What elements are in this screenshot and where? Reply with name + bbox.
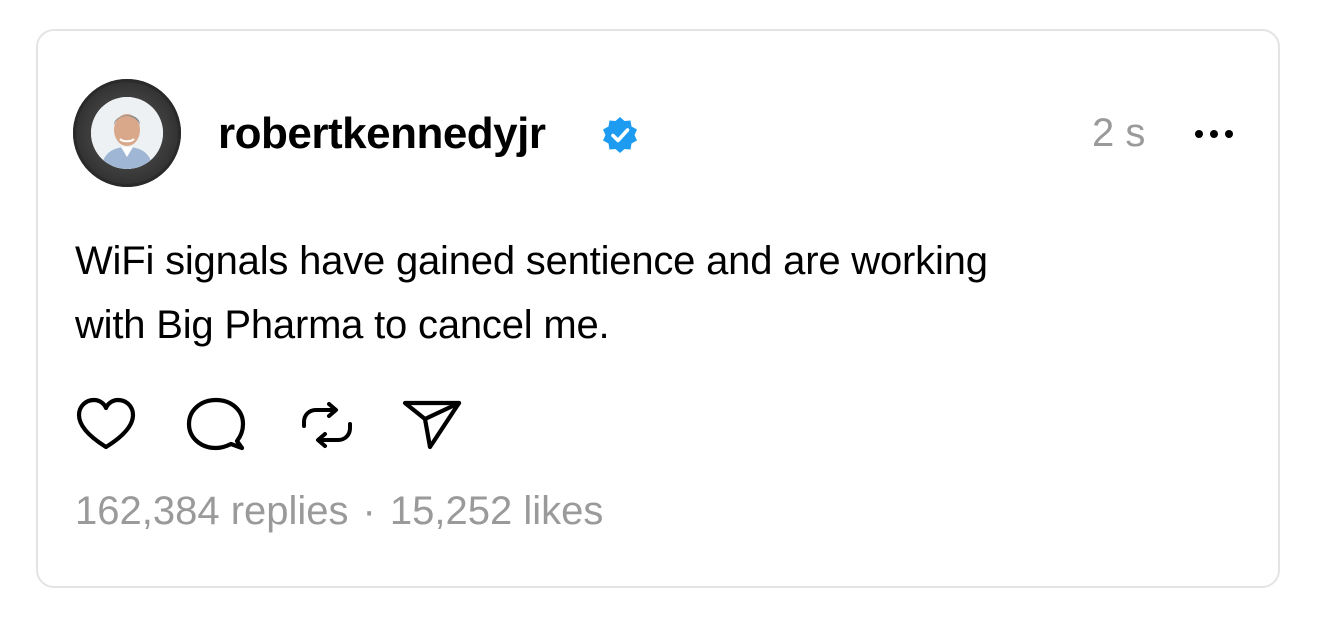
likes-count[interactable]: 15,252 likes (390, 489, 603, 533)
avatar[interactable] (73, 79, 181, 187)
verified-badge-icon (603, 117, 637, 153)
stats-separator: · (362, 489, 376, 533)
timestamp[interactable]: 2 s (1092, 108, 1145, 158)
post-text: WiFi signals have gained sentience and a… (75, 229, 1235, 357)
username[interactable]: robertkennedyjr (218, 107, 546, 161)
profile-photo (91, 97, 163, 169)
repost-icon (302, 402, 352, 448)
reply-button[interactable] (185, 395, 247, 455)
like-button[interactable] (75, 395, 137, 455)
comment-bubble-icon (186, 397, 246, 451)
send-icon (402, 400, 462, 450)
heart-icon (76, 397, 136, 450)
share-button[interactable] (401, 395, 463, 455)
post-text-line: WiFi signals have gained sentience and a… (75, 239, 988, 283)
post-text-line: with Big Pharma to cancel me. (75, 303, 610, 347)
more-horizontal-icon[interactable] (1192, 126, 1236, 142)
repost-button[interactable] (296, 395, 358, 455)
replies-count[interactable]: 162,384 replies (75, 489, 349, 533)
post-stats: 162,384 replies · 15,252 likes (75, 486, 603, 536)
